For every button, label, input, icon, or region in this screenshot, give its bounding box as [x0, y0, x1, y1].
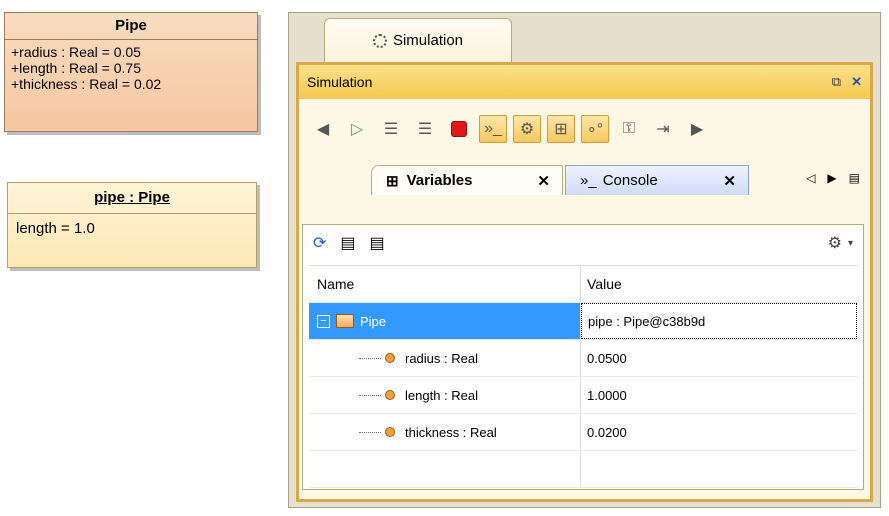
refresh-icon[interactable]: ⟳: [313, 233, 326, 253]
step-into-icon[interactable]: ☰: [377, 115, 405, 143]
variables-icon: ⊞: [386, 172, 399, 190]
close-icon[interactable]: ✕: [537, 172, 550, 190]
breakpoints-toggle-icon[interactable]: ∘°: [581, 115, 609, 143]
class-attribute: +thickness : Real = 0.02: [11, 76, 162, 92]
options-menu[interactable]: ⚙ ▾: [828, 233, 853, 253]
expand-all-icon[interactable]: ▤: [340, 233, 355, 253]
export-icon[interactable]: ⇥: [649, 115, 677, 143]
close-icon[interactable]: ✕: [851, 74, 862, 90]
variables-toolbar: ⟳ ▤ ▤ ⚙ ▾: [303, 225, 863, 261]
collapse-all-icon[interactable]: ▤: [370, 233, 385, 253]
tab-navigation: ◁ ▶ ▤: [806, 171, 860, 185]
row-name: radius : Real: [405, 350, 478, 366]
panel-header: Simulation ⧉ ✕: [299, 65, 870, 99]
class-attributes: +radius : Real = 0.05 +length : Real = 0…: [5, 40, 257, 92]
gear-icon: [372, 33, 387, 48]
scroll-left-icon[interactable]: ◀: [309, 115, 337, 143]
row-value[interactable]: 0.0500: [581, 340, 857, 376]
row-name: length : Real: [405, 387, 478, 403]
tab-console[interactable]: »_ Console ✕: [565, 165, 749, 195]
instance-name: pipe : Pipe: [8, 183, 256, 214]
tab-variables-label: Variables: [406, 172, 473, 189]
play-icon[interactable]: ▷: [343, 115, 371, 143]
close-icon[interactable]: ✕: [723, 172, 736, 190]
pipe-instance-box[interactable]: pipe : Pipe length = 1.0: [7, 182, 257, 268]
restore-icon[interactable]: ⧉: [832, 74, 841, 90]
variables-table: Name Value − Pipe pipe : Pipe@c38b9d rad…: [309, 265, 857, 488]
column-header-value[interactable]: Value: [581, 266, 857, 302]
tab-list-icon[interactable]: ▤: [849, 171, 860, 185]
column-header-name[interactable]: Name: [309, 266, 581, 302]
table-row[interactable]: length : Real 1.0000: [309, 377, 857, 414]
variables-panel: ⟳ ▤ ▤ ⚙ ▾ Name Value − Pipe pipe : Pipe@…: [302, 224, 864, 490]
instance-slot: length = 1.0: [16, 220, 95, 237]
console-icon: »_: [580, 172, 597, 189]
view-tabs: ⊞ Variables ✕ »_ Console ✕ ◁ ▶ ▤: [299, 159, 870, 195]
gear-icon: ⚙: [827, 235, 842, 252]
tab-simulation[interactable]: Simulation: [324, 18, 512, 62]
row-value[interactable]: 0.0200: [581, 414, 857, 450]
lock-icon[interactable]: ⚿: [615, 115, 643, 143]
stop-icon[interactable]: [445, 115, 473, 143]
tab-variables[interactable]: ⊞ Variables ✕: [371, 165, 563, 195]
row-name: thickness : Real: [405, 424, 497, 440]
tab-prev-icon[interactable]: ◁: [806, 171, 815, 185]
class-icon: [336, 314, 354, 328]
sessions-toggle-icon[interactable]: ⚙: [513, 115, 541, 143]
panel-title: Simulation: [307, 74, 373, 90]
tab-console-label: Console: [602, 172, 658, 189]
property-icon: [385, 427, 395, 437]
variables-toggle-icon[interactable]: ⊞: [547, 115, 575, 143]
simulation-toolbar: ◀ ▷ ☰ ☰ »_ ⚙ ⊞ ∘° ⚿ ⇥ ▶: [299, 99, 870, 159]
table-row-empty: [309, 451, 857, 488]
table-header-row: Name Value: [309, 266, 857, 303]
table-row[interactable]: thickness : Real 0.0200: [309, 414, 857, 451]
tab-simulation-label: Simulation: [392, 32, 464, 49]
tab-next-icon[interactable]: ▶: [827, 171, 836, 185]
collapse-icon[interactable]: −: [317, 314, 330, 328]
class-attribute: +length : Real = 0.75: [11, 60, 141, 76]
table-row[interactable]: − Pipe pipe : Pipe@c38b9d: [309, 303, 857, 340]
row-value[interactable]: 1.0000: [581, 377, 857, 413]
console-toggle-icon[interactable]: »_: [479, 115, 507, 143]
row-name: Pipe: [360, 313, 387, 329]
table-row[interactable]: radius : Real 0.0500: [309, 340, 857, 377]
chevron-down-icon: ▾: [847, 237, 853, 249]
class-name: Pipe: [5, 13, 257, 40]
scroll-right-icon[interactable]: ▶: [683, 115, 711, 143]
step-over-icon[interactable]: ☰: [411, 115, 439, 143]
pipe-class-box[interactable]: Pipe +radius : Real = 0.05 +length : Rea…: [4, 12, 258, 132]
property-icon: [385, 390, 395, 400]
row-value[interactable]: pipe : Pipe@c38b9d: [581, 303, 857, 339]
class-attribute: +radius : Real = 0.05: [11, 44, 141, 60]
property-icon: [385, 353, 395, 363]
